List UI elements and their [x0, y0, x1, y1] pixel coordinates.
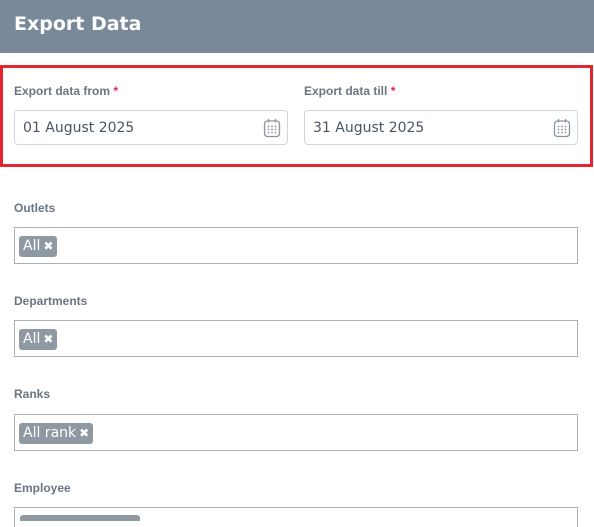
export-from-label: Export data from * — [14, 84, 118, 98]
ranks-select[interactable]: All rank ✖ — [14, 414, 578, 451]
export-from-label-text: Export data from — [14, 84, 111, 98]
departments-label: Departments — [14, 294, 88, 308]
departments-select[interactable]: All ✖ — [14, 320, 578, 357]
export-till-label-text: Export data till — [304, 84, 388, 98]
remove-tag-icon[interactable]: ✖ — [43, 329, 53, 350]
remove-tag-icon[interactable]: ✖ — [79, 423, 89, 444]
outlets-tag-label: All — [23, 238, 41, 254]
calendar-icon[interactable] — [553, 118, 571, 138]
calendar-icon[interactable] — [263, 118, 281, 138]
outlets-select[interactable]: All ✖ — [14, 227, 578, 264]
departments-tag: All ✖ — [19, 329, 58, 350]
ranks-tag-label: All rank — [23, 425, 77, 441]
required-mark: * — [113, 84, 119, 98]
ranks-label: Ranks — [14, 387, 51, 401]
employee-tag — [20, 515, 140, 521]
export-till-label: Export data till * — [304, 84, 395, 98]
export-from-date-value: 01 August 2025 — [23, 120, 135, 136]
required-mark: * — [390, 84, 396, 98]
export-till-date-value: 31 August 2025 — [313, 120, 425, 136]
outlets-tag: All ✖ — [19, 236, 58, 257]
ranks-tag: All rank ✖ — [19, 423, 94, 444]
page-title: Export Data — [14, 13, 142, 35]
page-header: Export Data — [0, 0, 594, 53]
remove-tag-icon[interactable]: ✖ — [43, 236, 53, 257]
export-from-date-input[interactable]: 01 August 2025 — [14, 110, 288, 145]
employee-label: Employee — [14, 481, 71, 495]
outlets-label: Outlets — [14, 201, 56, 215]
export-till-date-input[interactable]: 31 August 2025 — [304, 110, 578, 145]
departments-tag-label: All — [23, 331, 41, 347]
